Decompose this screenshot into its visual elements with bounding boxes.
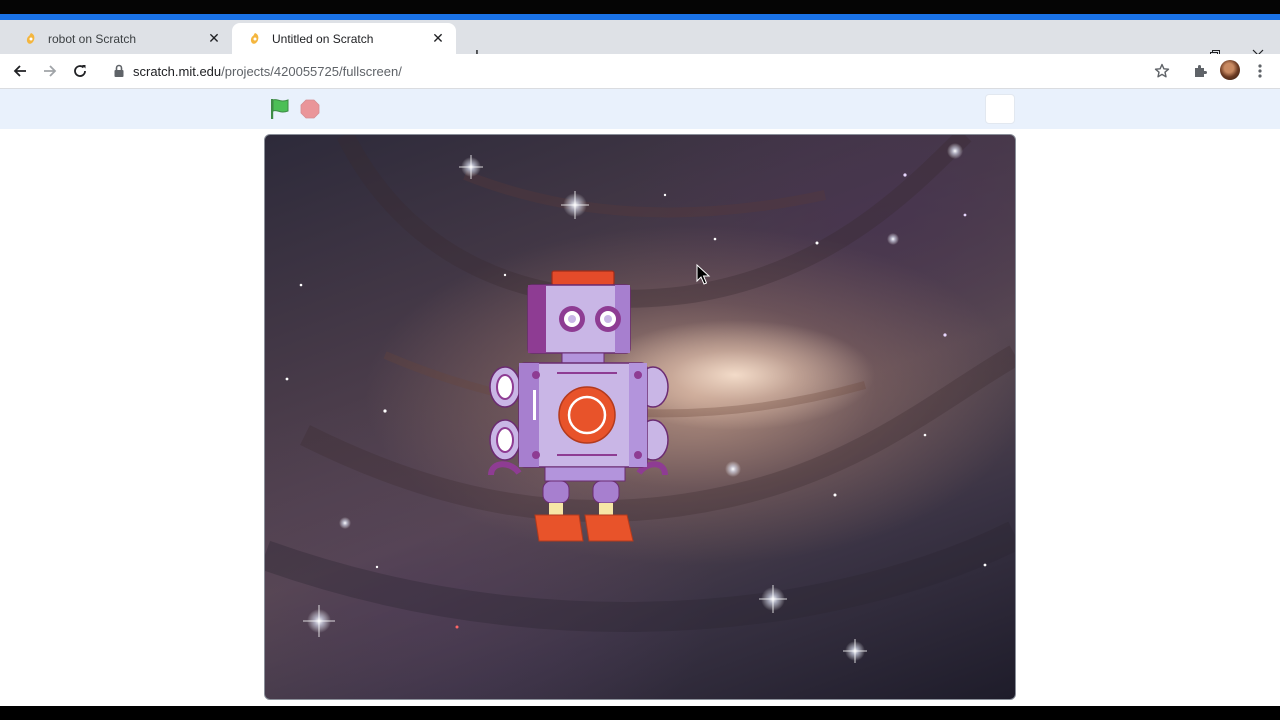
tab-title: robot on Scratch (48, 31, 137, 46)
url-path: /projects/420055725/fullscreen/ (221, 63, 402, 79)
scratch-fullscreen-page (0, 89, 1280, 706)
project-stage[interactable] (264, 134, 1016, 700)
green-flag-icon[interactable] (268, 97, 292, 121)
avatar[interactable] (1220, 60, 1240, 80)
extensions-icon[interactable] (1188, 59, 1212, 83)
browser-toolbar: scratch.mit.edu/projects/420055725/fulls… (0, 54, 1280, 89)
tab-strip: robot on Scratch ✕ Untitled on Scratch ✕… (0, 20, 1280, 67)
player-controls-bar (0, 89, 1280, 129)
lock-icon (114, 64, 124, 77)
screen-bottom-edge (0, 706, 1280, 720)
mouse-cursor-icon (696, 263, 711, 285)
fullscreen-icon[interactable] (985, 94, 1015, 124)
reload-icon[interactable] (68, 59, 92, 83)
scratch-favicon-icon (250, 32, 259, 44)
close-tab-icon[interactable]: ✕ (430, 30, 446, 47)
close-tab-icon[interactable]: ✕ (206, 30, 222, 47)
back-icon[interactable] (8, 59, 32, 83)
scratch-favicon-icon (26, 32, 35, 44)
url-host: scratch.mit.edu (133, 63, 222, 79)
stop-icon[interactable] (300, 99, 320, 119)
menu-icon[interactable] (1248, 59, 1272, 83)
tab-robot[interactable]: robot on Scratch ✕ (8, 23, 232, 54)
address-bar[interactable]: scratch.mit.edu/projects/420055725/fulls… (104, 57, 1182, 85)
star-icon[interactable] (1150, 59, 1174, 83)
tab-title: Untitled on Scratch (272, 31, 374, 46)
forward-icon[interactable] (38, 59, 62, 83)
url-text: scratch.mit.edu/projects/420055725/fulls… (133, 64, 402, 79)
tab-untitled[interactable]: Untitled on Scratch ✕ (232, 23, 456, 54)
screen-top-edge (0, 0, 1280, 14)
galaxy-backdrop (265, 135, 1015, 663)
